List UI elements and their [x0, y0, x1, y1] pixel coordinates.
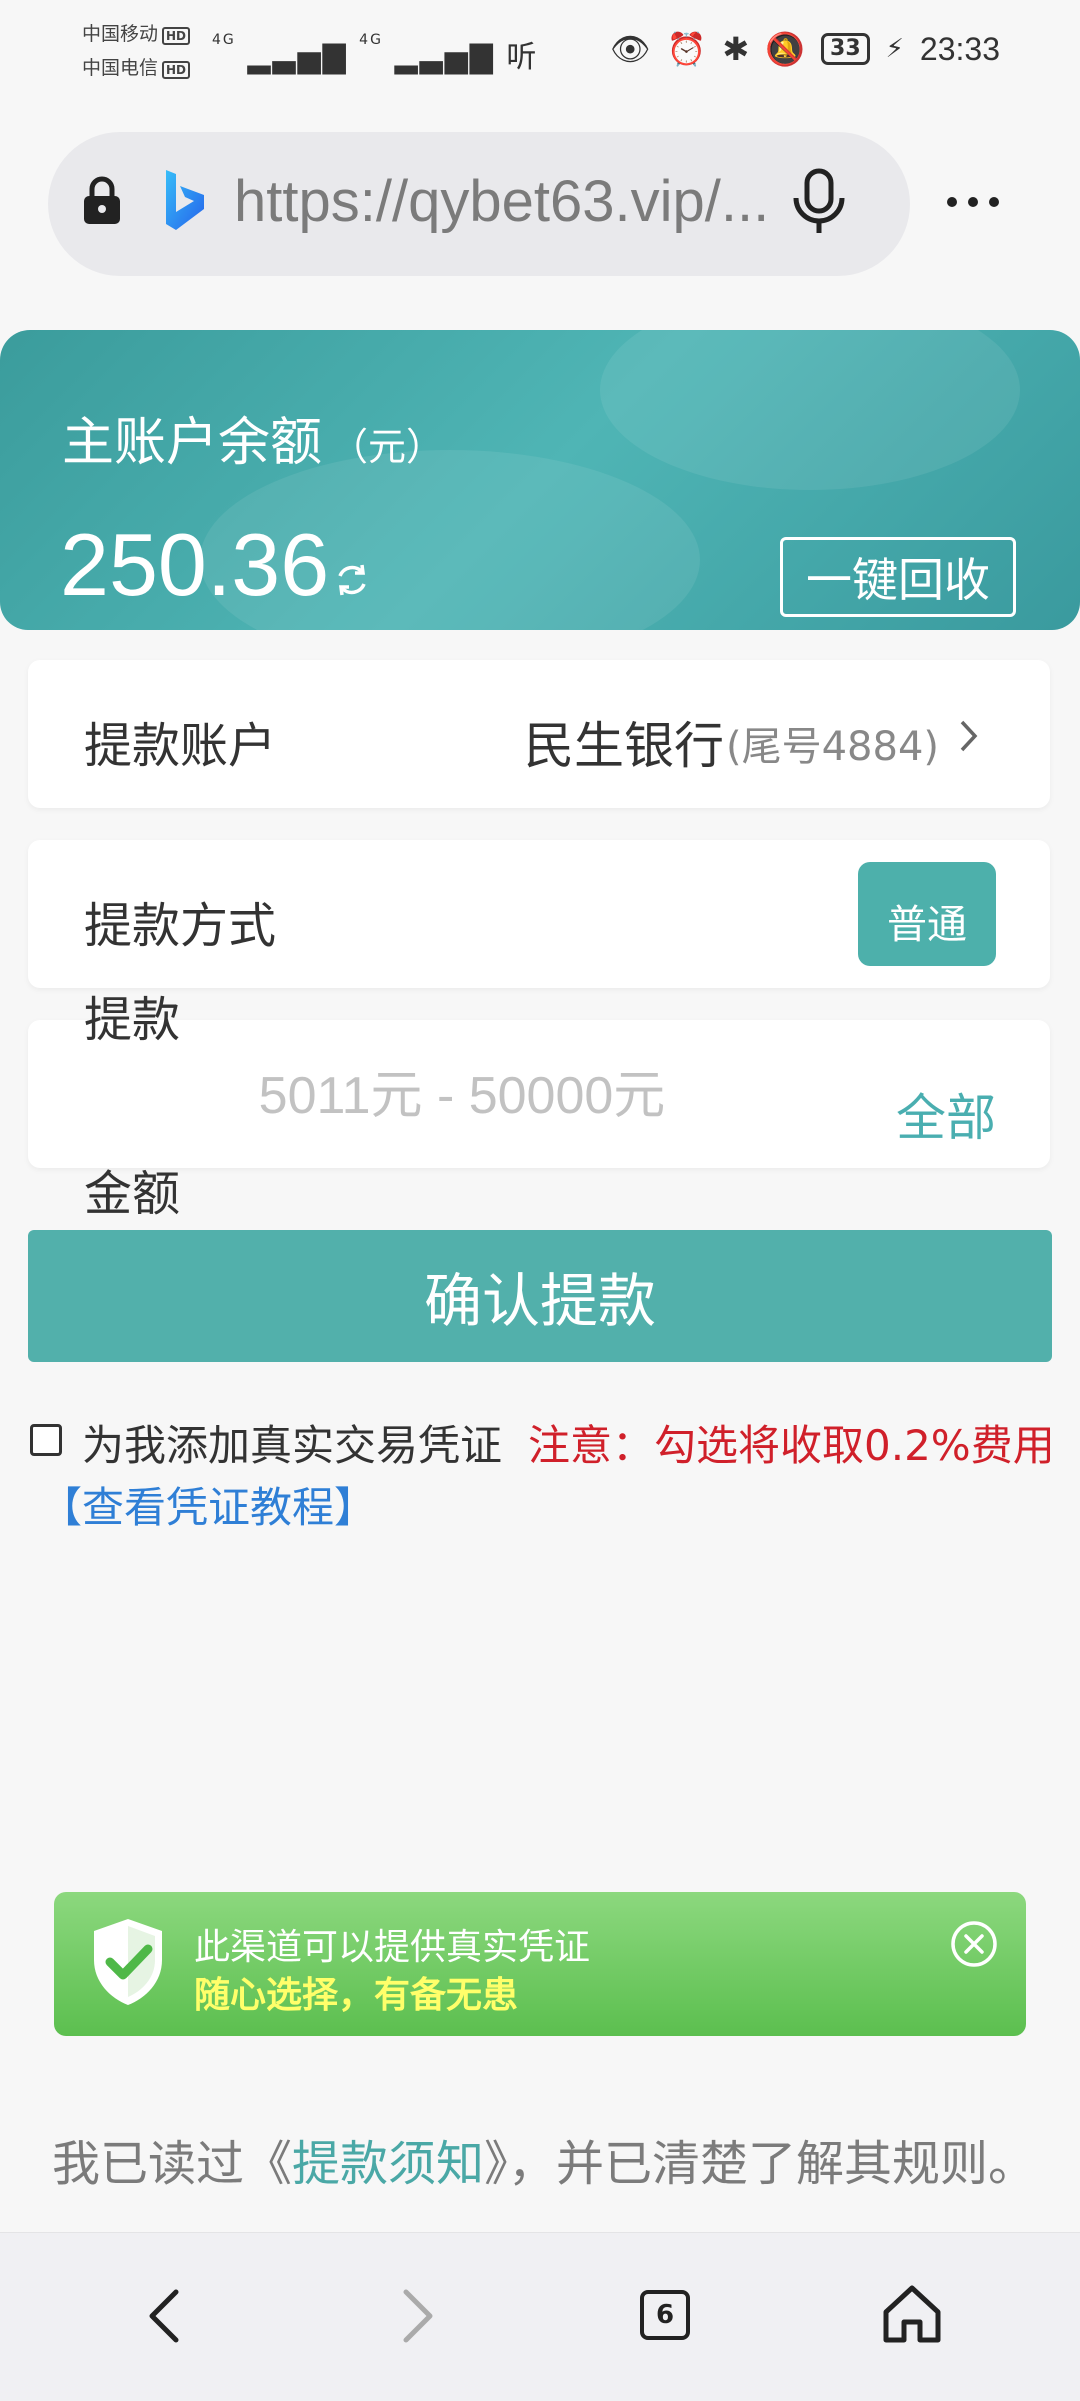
signal-icon: ▂▃▅▇: [394, 40, 495, 75]
back-icon[interactable]: [142, 2284, 190, 2348]
toast-message: 此渠道可以提供真实凭证: [194, 1927, 591, 1968]
voucher-label: 为我添加真实交易凭证: [82, 1421, 503, 1470]
status-icons: 👁 ⏰ ✱ 🔕 33 ⚡ 23:33: [610, 30, 1000, 68]
balance-amount: 250.36: [60, 515, 330, 614]
refresh-icon[interactable]: [332, 560, 372, 600]
shield-check-icon: [94, 1919, 162, 2005]
signal-indicators: 4G ▂▃▅▇ 4G ▂▃▅▇ 听: [212, 32, 538, 76]
withdraw-amount-label-bottom: 金额: [84, 1166, 181, 1222]
carrier-1: 中国移动 HD: [82, 22, 191, 46]
signal-icon: ▂▃▅▇: [247, 40, 348, 75]
alarm-icon: ⏰: [666, 30, 707, 68]
withdraw-notice-link[interactable]: 提款须知: [292, 2136, 484, 2192]
battery-icon: 33: [821, 33, 870, 65]
bluetooth-icon: ✱: [722, 30, 750, 68]
network-type-1: 4G: [212, 32, 236, 48]
clock: 23:33: [919, 30, 1000, 67]
balance-label: 主账户余额: [62, 413, 323, 473]
hd-badge: HD: [162, 61, 191, 79]
mute-icon: 🔕: [765, 30, 806, 68]
bank-name[interactable]: 民生银行: [524, 706, 724, 778]
tabs-button[interactable]: 6: [640, 2290, 690, 2340]
lock-icon: [84, 176, 120, 224]
carrier-2: 中国电信 HD: [82, 56, 191, 80]
confirm-withdraw-button[interactable]: 确认提款: [28, 1230, 1052, 1362]
network-type-2: 4G: [359, 32, 383, 48]
chevron-right-icon[interactable]: [958, 718, 980, 754]
voucher-tutorial-link[interactable]: 【查看凭证教程】: [40, 1474, 376, 1535]
eye-icon: 👁: [609, 30, 651, 68]
withdraw-method-label: 提款方式: [84, 898, 277, 954]
close-icon[interactable]: [950, 1920, 998, 1968]
balance-title: 主账户余额 （元）: [62, 400, 444, 475]
withdraw-amount-input[interactable]: [190, 1060, 734, 1132]
url-text[interactable]: https://qybet63.vip/...: [234, 168, 769, 235]
agreement-prefix: 我已读过《: [52, 2136, 293, 2192]
toast-highlight: 随心选择，有备无患: [194, 1975, 519, 2016]
withdraw-account-label: 提款账户: [84, 718, 277, 774]
microphone-icon[interactable]: [790, 168, 848, 236]
bing-icon: [166, 170, 204, 230]
hd-badge: HD: [162, 27, 191, 45]
audio-icon: 听: [506, 40, 539, 75]
agreement-suffix: 》，并已清楚了解其规则。: [484, 2136, 1037, 2192]
withdraw-all-button[interactable]: 全部: [896, 1078, 996, 1150]
charging-icon: ⚡: [885, 34, 904, 64]
withdraw-amount-label-top: 提款: [84, 992, 181, 1048]
recycle-all-button[interactable]: 一键回收: [780, 537, 1016, 617]
carrier-2-label: 中国电信: [82, 57, 159, 79]
balance-unit: （元）: [330, 425, 445, 469]
voucher-checkbox[interactable]: [30, 1424, 62, 1456]
bank-tail-number: (尾号4884): [726, 724, 940, 770]
more-menu-icon[interactable]: [945, 195, 1001, 209]
agreement-text: 我已读过《提款须知》，并已清楚了解其规则。: [52, 2124, 1036, 2194]
voucher-fee-note: 注意：勾选将收取0.2%费用: [528, 1421, 1055, 1470]
home-icon[interactable]: [880, 2282, 944, 2346]
method-normal-button[interactable]: 普通: [858, 862, 996, 966]
forward-icon[interactable]: [392, 2284, 440, 2348]
carrier-1-label: 中国移动: [82, 23, 159, 45]
